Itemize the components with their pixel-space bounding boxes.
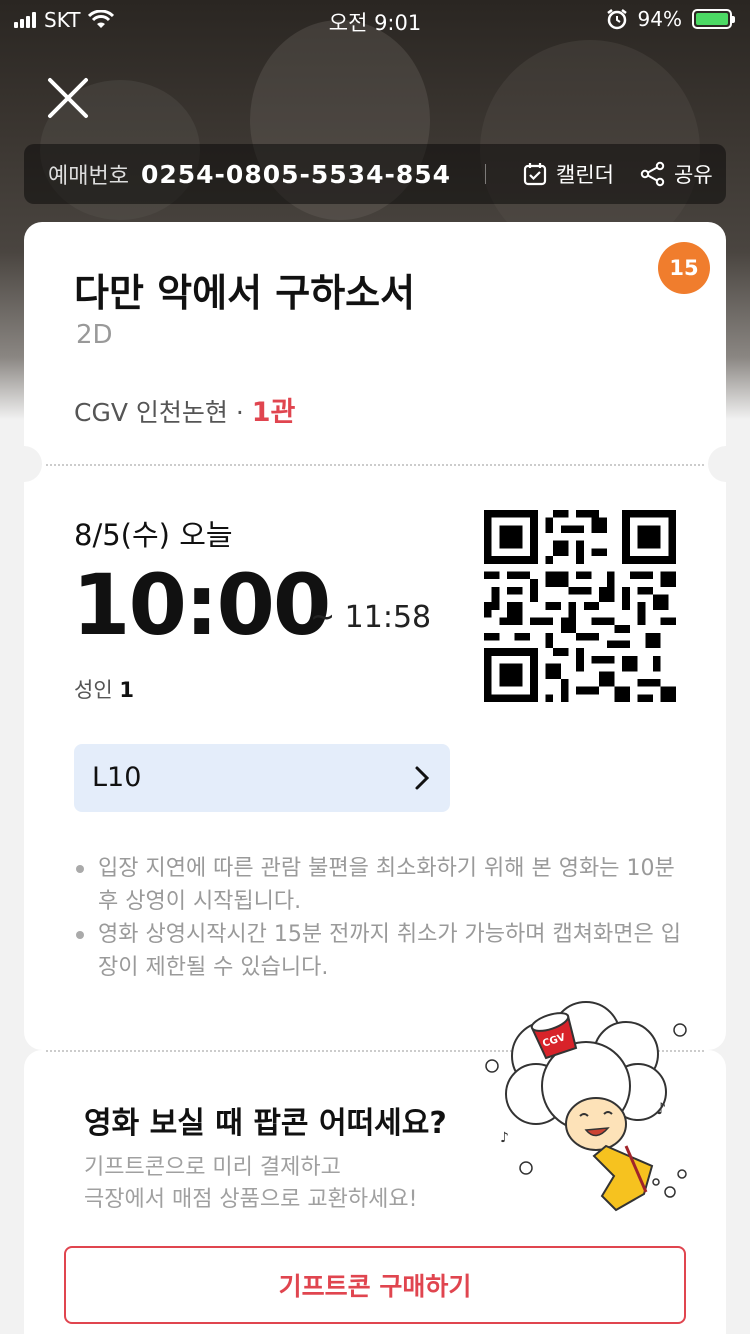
buy-gifticon-button[interactable]: 기프트콘 구매하기 xyxy=(64,1246,686,1324)
notice-item: 영화 상영시작시간 15분 전까지 취소가 가능하며 캡쳐화면은 입장이 제한될… xyxy=(74,918,694,984)
ticket-notch-left xyxy=(6,446,42,482)
movie-title: 다만 악에서 구하소서 xyxy=(74,271,416,315)
chevron-right-icon xyxy=(415,766,430,790)
ticket-notch-right xyxy=(708,446,744,482)
popcorn-mascot-illustration: CGV ♪ ♪ xyxy=(485,1001,687,1212)
audience-count: 1 xyxy=(119,678,134,702)
alarm-icon xyxy=(606,9,627,30)
theater-info: CGV 인천논현 · 1관 xyxy=(74,390,295,429)
show-date: 8/5(수) 오늘 xyxy=(74,518,233,552)
battery-icon xyxy=(692,9,735,29)
ticket-card-top xyxy=(24,222,726,466)
ticket-qr-code xyxy=(484,510,676,702)
promo-title: 영화 보실 때 팝콘 어떠세요? xyxy=(84,1106,447,1141)
calendar-icon xyxy=(523,163,547,186)
calendar-button[interactable]: 캘린더 xyxy=(522,159,614,189)
svg-text:♪: ♪ xyxy=(500,1130,509,1146)
calendar-label: 캘린더 xyxy=(556,163,614,187)
promo-description-line: 기프트콘으로 미리 결제하고 xyxy=(84,1155,341,1180)
seat-info-button[interactable]: L10 xyxy=(74,744,450,812)
promo-description: 기프트콘으로 미리 결제하고 극장에서 매점 상품으로 교환하세요! xyxy=(84,1152,417,1216)
promo-description-line: 극장에서 매점 상품으로 교환하세요! xyxy=(84,1187,418,1212)
end-time: ~ 11:58 xyxy=(310,600,432,635)
battery-percent: 94% xyxy=(637,7,682,31)
start-time: 10:00 xyxy=(72,556,331,654)
hall-number: 1관 xyxy=(251,397,296,428)
audience-info: 성인 1 xyxy=(74,674,134,704)
share-button[interactable]: 공유 xyxy=(640,159,713,189)
seat-number: L10 xyxy=(92,762,142,793)
notice-item: 입장 지연에 따른 관람 불편을 최소화하기 위해 본 영화는 10분 후 상영… xyxy=(74,852,694,918)
audience-label: 성인 xyxy=(74,678,113,702)
divider xyxy=(485,164,487,184)
close-icon xyxy=(48,78,88,118)
booking-number-label: 예매번호 xyxy=(48,164,129,189)
notice-list: 입장 지연에 따른 관람 불편을 최소화하기 위해 본 영화는 10분 후 상영… xyxy=(74,852,694,984)
share-icon xyxy=(640,161,665,187)
svg-text:♪: ♪ xyxy=(656,1099,666,1118)
share-label: 공유 xyxy=(674,163,713,187)
movie-format: 2D xyxy=(76,320,113,350)
age-rating-badge: 15 xyxy=(658,242,710,294)
theater-name: CGV 인천논현 · xyxy=(74,398,252,427)
close-button[interactable] xyxy=(44,74,92,122)
ticket-perforation xyxy=(46,464,704,466)
status-bar: SKT 오전 9:01 94% xyxy=(0,0,750,40)
booking-number: 0254-0805-5534-854 xyxy=(140,159,452,189)
booking-number-bar: 예매번호 0254-0805-5534-854 캘린더 공유 xyxy=(24,144,726,204)
